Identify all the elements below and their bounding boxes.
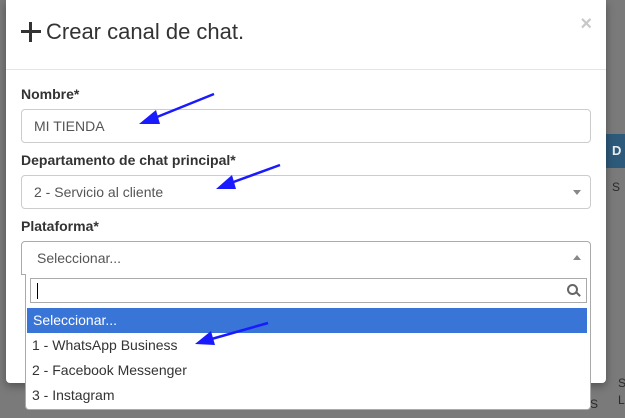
dropdown-option[interactable]: 3 - Instagram: [26, 383, 590, 408]
plataforma-label: Plataforma*: [21, 218, 99, 234]
dropdown-option[interactable]: 1 - WhatsApp Business: [26, 333, 590, 358]
close-icon[interactable]: ×: [580, 14, 592, 34]
dropdown-option[interactable]: Seleccionar...: [27, 308, 587, 333]
background-table-header: D: [606, 134, 625, 168]
background-cell: S: [618, 376, 625, 390]
search-icon: [567, 284, 580, 297]
departamento-label: Departamento de chat principal*: [21, 152, 236, 168]
dropdown-search-input[interactable]: [30, 278, 587, 303]
plataforma-dropdown: Seleccionar... 1 - WhatsApp Business 2 -…: [25, 274, 591, 410]
departamento-select[interactable]: 2 - Servicio al cliente: [21, 175, 591, 209]
background-cell: S: [612, 180, 621, 194]
dropdown-option[interactable]: 2 - Facebook Messenger: [26, 358, 590, 383]
background-cell: L: [618, 393, 625, 407]
departamento-selected-value: 2 - Servicio al cliente: [34, 184, 164, 200]
text-cursor: [37, 283, 38, 299]
plataforma-selected-value: Seleccionar...: [37, 250, 122, 266]
plataforma-select[interactable]: Seleccionar...: [21, 241, 591, 275]
background-cell: S: [590, 397, 599, 411]
modal-header: Crear canal de chat. ×: [6, 0, 606, 70]
nombre-input[interactable]: MI TIENDA: [21, 109, 591, 143]
nombre-label: Nombre*: [21, 86, 80, 102]
modal-title: Crear canal de chat.: [46, 19, 245, 44]
plus-icon: [21, 22, 41, 42]
chevron-up-icon: [573, 255, 581, 260]
chevron-down-icon: [573, 190, 581, 195]
